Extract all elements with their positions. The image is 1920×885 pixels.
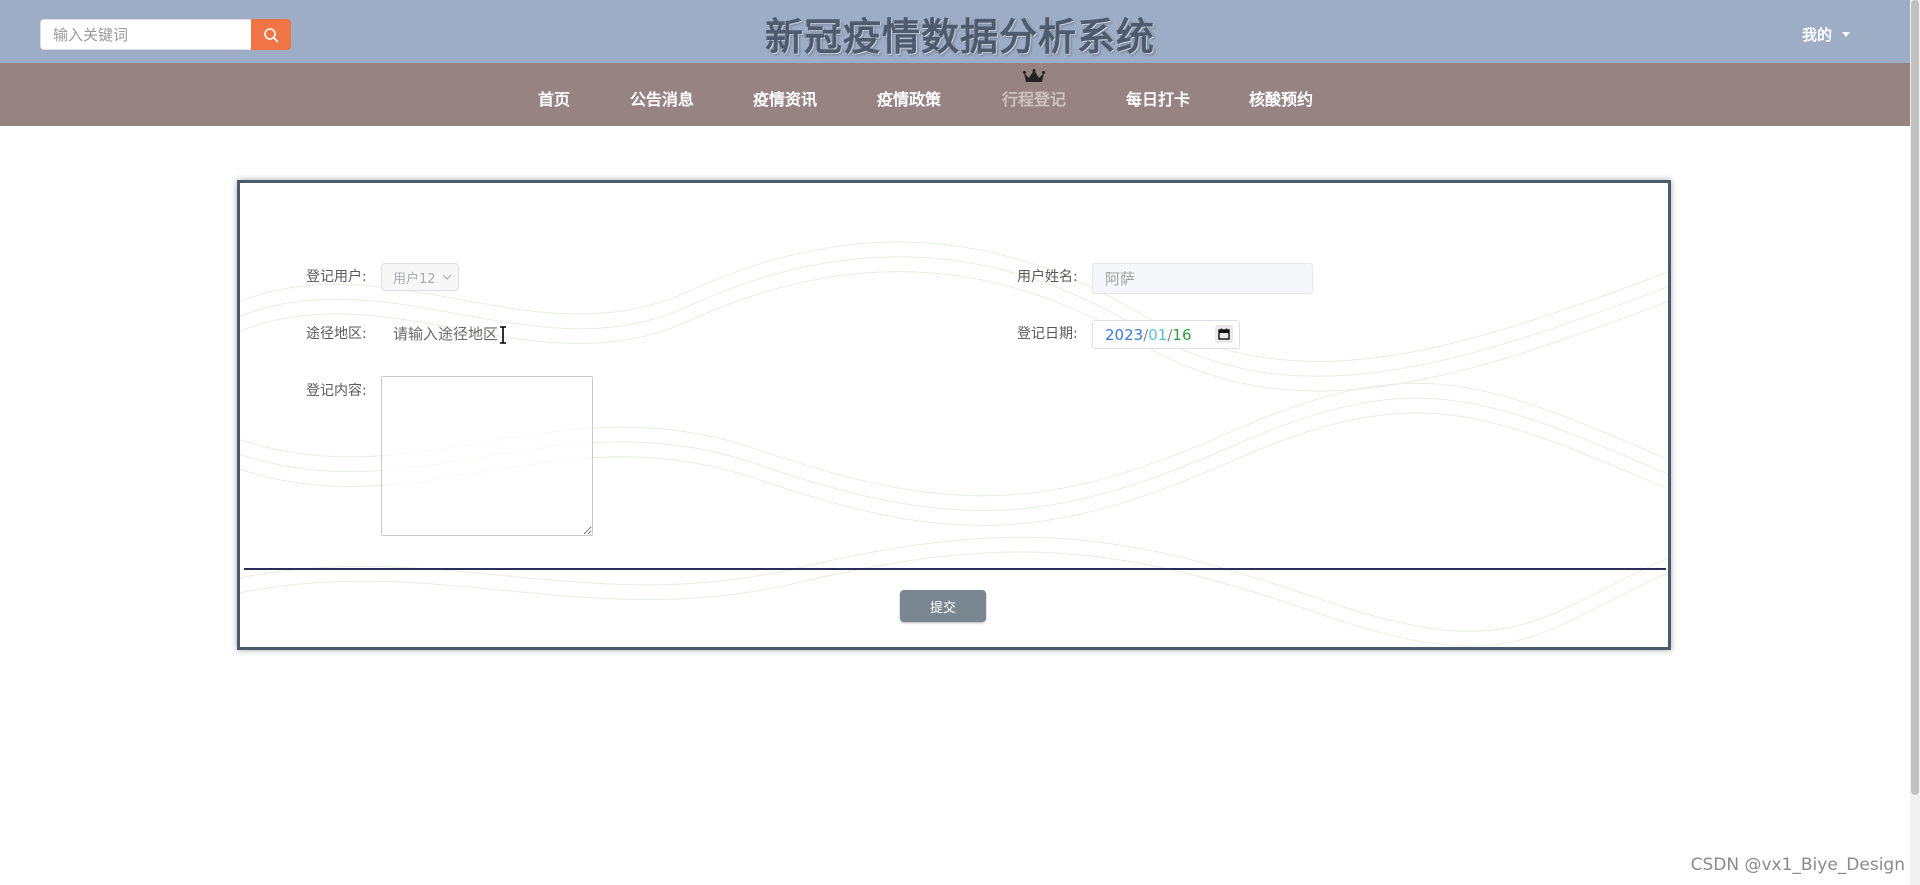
itinerary-form-card: 登记用户: 用户12 用户姓名: 阿萨 途径地区: 登记日期: 2023/01/… [237, 180, 1671, 650]
route-input[interactable] [381, 318, 595, 350]
text-cursor-icon [500, 326, 506, 344]
user-select[interactable]: 用户12 [381, 263, 459, 291]
name-field[interactable]: 阿萨 [1092, 263, 1313, 294]
scrollbar[interactable] [1910, 0, 1920, 885]
caret-down-icon [1842, 32, 1850, 37]
nav-item-epidemic-news[interactable]: 疫情资讯 [753, 86, 817, 110]
site-title: 新冠疫情数据分析系统 [764, 15, 1155, 59]
route-field-label: 途径地区: [306, 326, 367, 342]
watermark: CSDN @vx1_Biye_Design [1690, 855, 1905, 875]
nav-item-epidemic-policy[interactable]: 疫情政策 [877, 86, 941, 110]
user-select-value: 用户12 [393, 271, 436, 287]
nav-item-itinerary[interactable]: 行程登记 [1002, 86, 1066, 110]
nav-item-daily-checkin[interactable]: 每日打卡 [1126, 86, 1190, 110]
form-divider [244, 568, 1666, 570]
main-nav: 首页 公告消息 疫情资讯 疫情政策 行程登记 每日打卡 核酸预约 [0, 63, 1910, 126]
name-field-value: 阿萨 [1105, 270, 1136, 288]
name-field-label: 用户姓名: [1017, 269, 1078, 285]
user-menu[interactable]: 我的 [1802, 24, 1850, 45]
calendar-icon [1218, 328, 1230, 340]
date-year: 2023 [1105, 325, 1144, 344]
submit-button[interactable]: 提交 [900, 590, 986, 622]
content-field-label: 登记内容: [306, 383, 367, 399]
date-input[interactable]: 2023/01/16 [1092, 320, 1240, 349]
user-field-label: 登记用户: [306, 269, 367, 285]
nav-item-nucleic-booking[interactable]: 核酸预约 [1249, 86, 1313, 110]
scrollbar-thumb[interactable] [1911, 0, 1919, 795]
content-textarea[interactable] [381, 376, 593, 536]
top-header: 新冠疫情数据分析系统 我的 [0, 0, 1910, 63]
date-field-label: 登记日期: [1017, 326, 1078, 342]
crown-icon [1023, 69, 1045, 82]
nav-item-announcements[interactable]: 公告消息 [630, 86, 694, 110]
nav-item-home[interactable]: 首页 [538, 86, 570, 110]
user-menu-label: 我的 [1801, 26, 1832, 44]
date-day: 16 [1172, 325, 1192, 344]
calendar-button[interactable] [1215, 325, 1233, 343]
chevron-down-icon [442, 274, 451, 280]
date-month: 01 [1148, 325, 1168, 344]
